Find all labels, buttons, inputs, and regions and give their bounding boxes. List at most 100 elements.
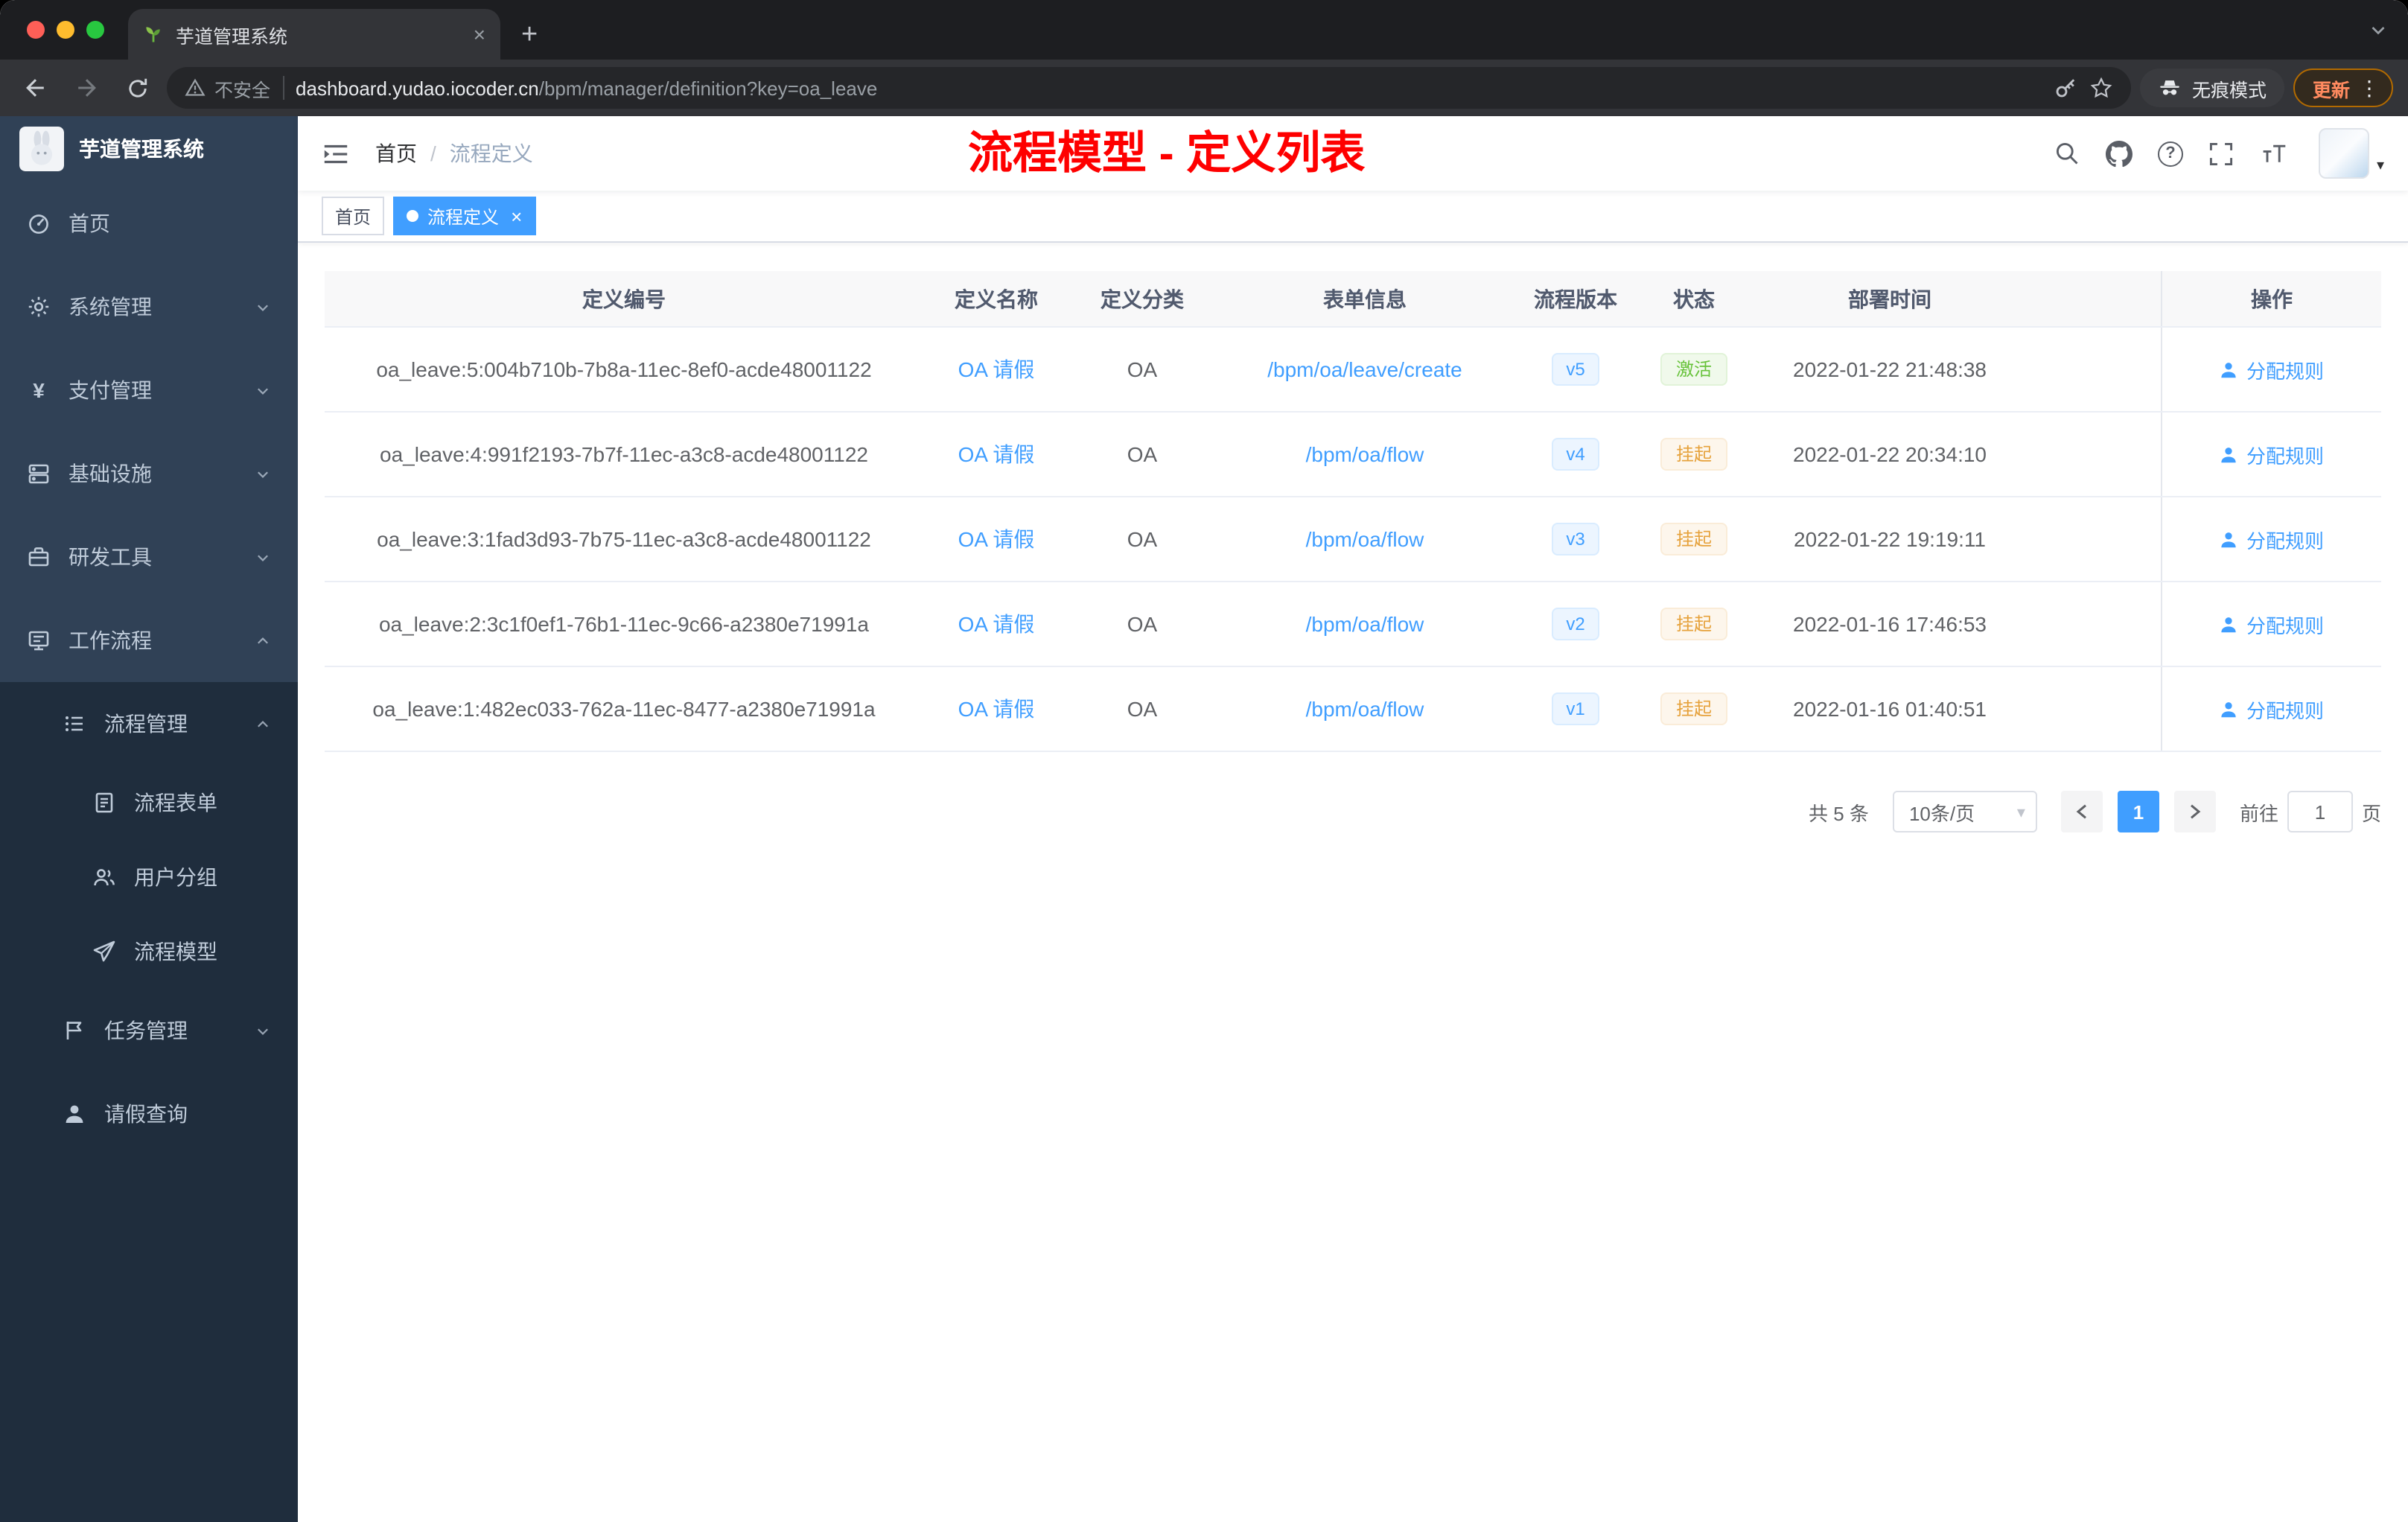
- goto-page-input[interactable]: [2287, 791, 2353, 832]
- sidebar-item-devtools[interactable]: 研发工具: [0, 515, 298, 599]
- sidebar-item-leave-query[interactable]: 请假查询: [0, 1072, 298, 1156]
- sidebar: 芋道管理系统 首页 系统管理 ¥ 支付管理 基础设施 研发工具 工作流程 流程管…: [0, 116, 298, 1522]
- prev-page-button[interactable]: [2060, 791, 2103, 832]
- github-icon[interactable]: [2105, 140, 2133, 167]
- cell-actions: 分配规则: [2161, 413, 2381, 496]
- version-tag: v3: [1551, 522, 1600, 556]
- app-header: 首页 / 流程定义 流程模型 - 定义列表 ? ▾: [298, 116, 2408, 191]
- avatar[interactable]: [2318, 128, 2369, 179]
- password-key-icon[interactable]: [2054, 76, 2077, 100]
- warning-icon: [185, 78, 206, 96]
- column-header: 定义编号: [582, 287, 666, 311]
- cell-version: v1: [1514, 667, 1637, 751]
- cell-definition-name[interactable]: OA 请假: [923, 582, 1069, 666]
- sidebar-item-label: 流程表单: [134, 791, 217, 815]
- window-minimize-button[interactable]: [57, 21, 74, 39]
- cell-form-link[interactable]: /bpm/oa/flow: [1215, 582, 1514, 666]
- tag-home[interactable]: 首页: [322, 197, 385, 235]
- page-number-current[interactable]: 1: [2117, 791, 2159, 832]
- app-logo[interactable]: 芋道管理系统: [0, 116, 298, 182]
- assign-rule-button[interactable]: 分配规则: [2220, 610, 2324, 638]
- help-icon[interactable]: ?: [2157, 141, 2183, 166]
- breadcrumb-home[interactable]: 首页: [375, 138, 417, 168]
- tag-process-definition[interactable]: 流程定义 ×: [393, 197, 536, 235]
- cell-form-link[interactable]: /bpm/oa/flow: [1215, 413, 1514, 496]
- cell-definition-name[interactable]: OA 请假: [923, 667, 1069, 751]
- sidebar-item-user-group[interactable]: 用户分组: [0, 840, 298, 914]
- window-close-button[interactable]: [27, 21, 45, 39]
- column-header: 定义分类: [1101, 287, 1184, 311]
- pagination: 共 5 条 10条/页 ▾ 1 前往 页: [325, 791, 2381, 832]
- chevron-up-icon: [255, 716, 271, 732]
- status-badge: 挂起: [1660, 692, 1727, 726]
- new-tab-button[interactable]: +: [521, 21, 538, 49]
- incognito-label: 无痕模式: [2191, 80, 2267, 101]
- header-actions: ? ▾: [2054, 128, 2384, 179]
- browser-update-menu-button[interactable]: 更新 ⋮: [2293, 69, 2393, 107]
- bookmark-star-icon[interactable]: [2089, 76, 2113, 100]
- cell-status: 激活: [1637, 328, 1751, 411]
- assign-rule-button[interactable]: 分配规则: [2220, 695, 2324, 723]
- sidebar-item-task-management[interactable]: 任务管理: [0, 989, 298, 1072]
- security-chip[interactable]: 不安全: [185, 74, 270, 102]
- page-unit-label: 页: [2361, 802, 2381, 824]
- cell-definition-name[interactable]: OA 请假: [923, 328, 1069, 411]
- cell-version: v3: [1514, 497, 1637, 581]
- browser-window: 芋道管理系统 × + 不安全 dashboard.yudao.iocoder.c…: [0, 0, 2408, 1522]
- font-size-icon[interactable]: [2261, 140, 2287, 167]
- url-text[interactable]: dashboard.yudao.iocoder.cn/bpm/manager/d…: [296, 77, 877, 99]
- sidebar-item-label: 研发工具: [69, 545, 152, 569]
- next-page-button[interactable]: [2173, 791, 2216, 832]
- person-icon: [2222, 701, 2237, 717]
- cell-definition-name[interactable]: OA 请假: [923, 413, 1069, 496]
- sidebar-item-label: 流程管理: [104, 712, 188, 736]
- sidebar-item-workflow[interactable]: 工作流程: [0, 599, 298, 682]
- forward-button[interactable]: [66, 67, 107, 109]
- sidebar-item-label: 基础设施: [69, 462, 152, 485]
- tab-search-button[interactable]: [2369, 0, 2387, 60]
- sidebar-item-home[interactable]: 首页: [0, 182, 298, 265]
- window-zoom-button[interactable]: [86, 21, 104, 39]
- assign-rule-button[interactable]: 分配规则: [2220, 440, 2324, 468]
- security-label: 不安全: [214, 80, 271, 101]
- reload-button[interactable]: [116, 67, 158, 109]
- assign-rule-button[interactable]: 分配规则: [2220, 355, 2324, 383]
- user-menu[interactable]: ▾: [2318, 128, 2384, 179]
- dashboard-icon: [29, 214, 48, 234]
- cell-deploy-time: 2022-01-16 17:46:53: [1793, 612, 1987, 636]
- logo-image: [19, 127, 64, 171]
- chevron-up-icon: [255, 632, 271, 649]
- address-bar[interactable]: 不安全 dashboard.yudao.iocoder.cn/bpm/manag…: [167, 67, 2131, 109]
- version-tag: v2: [1551, 607, 1600, 641]
- cell-deploy-time: 2022-01-16 01:40:51: [1793, 697, 1987, 721]
- person-icon: [2222, 617, 2237, 632]
- cell-spacer: [2028, 497, 2161, 581]
- user-caret-icon: ▾: [2376, 158, 2384, 174]
- flag-icon: [66, 1022, 82, 1039]
- cell-form-link[interactable]: /bpm/oa/leave/create: [1215, 328, 1514, 411]
- cell-form-link[interactable]: /bpm/oa/flow: [1215, 497, 1514, 581]
- gear-icon: [28, 296, 49, 317]
- sidebar-item-infrastructure[interactable]: 基础设施: [0, 432, 298, 515]
- users-icon: [94, 869, 115, 886]
- cell-definition-id: oa_leave:1:482ec033-762a-11ec-8477-a2380…: [372, 697, 876, 721]
- browser-menu-dots-icon[interactable]: ⋮: [2359, 75, 2380, 101]
- cell-deploy-time: 2022-01-22 20:34:10: [1793, 442, 1987, 466]
- tag-close-icon[interactable]: ×: [511, 206, 522, 226]
- search-icon[interactable]: [2054, 140, 2080, 167]
- pagination-total: 共 5 条: [1809, 802, 1869, 824]
- sidebar-item-system[interactable]: 系统管理: [0, 265, 298, 348]
- page-size-select[interactable]: 10条/页 ▾: [1892, 791, 2037, 832]
- assign-rule-button[interactable]: 分配规则: [2220, 525, 2324, 553]
- cell-definition-name[interactable]: OA 请假: [923, 497, 1069, 581]
- cell-form-link[interactable]: /bpm/oa/flow: [1215, 667, 1514, 751]
- sidebar-item-process-management[interactable]: 流程管理: [0, 682, 298, 765]
- sidebar-item-payment[interactable]: ¥ 支付管理: [0, 348, 298, 432]
- browser-tab[interactable]: 芋道管理系统 ×: [128, 9, 500, 60]
- sidebar-collapse-button[interactable]: [322, 138, 351, 168]
- fullscreen-icon[interactable]: [2208, 140, 2235, 167]
- sidebar-item-process-model[interactable]: 流程模型: [0, 914, 298, 989]
- back-button[interactable]: [15, 67, 57, 109]
- sidebar-item-process-form[interactable]: 流程表单: [0, 765, 298, 840]
- tab-close-icon[interactable]: ×: [474, 24, 485, 45]
